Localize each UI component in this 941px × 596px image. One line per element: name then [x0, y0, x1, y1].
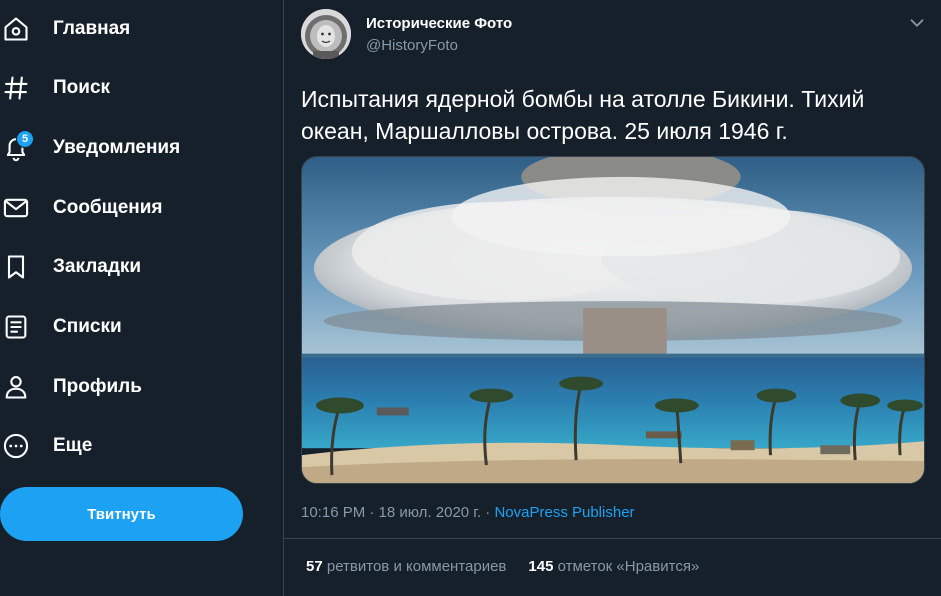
- more-icon: [2, 432, 30, 460]
- author-handle[interactable]: @HistoryFoto: [366, 37, 458, 54]
- nav-label-bookmarks: Закладки: [53, 256, 142, 277]
- likes-label: отметок «Нравится»: [557, 558, 700, 575]
- tweet-stats: 57 ретвитов и комментариев 145 отметок «Н…: [306, 558, 699, 575]
- tweet-source-link[interactable]: NovaPress Publisher: [494, 504, 634, 521]
- nav-label-search: Поиск: [53, 77, 111, 98]
- retweets-count: 57: [306, 558, 323, 575]
- tweet-meta: 10:16 PM · 18 июл. 2020 г. · NovaPress P…: [301, 504, 635, 521]
- home-icon: [2, 15, 30, 43]
- envelope-icon: [2, 194, 30, 222]
- hashtag-icon: [2, 74, 30, 102]
- nav-label-more: Еще: [53, 435, 93, 456]
- notification-badge: 5: [16, 130, 34, 148]
- nav-item-profile[interactable]: Профиль: [0, 365, 260, 409]
- tweet-timestamp[interactable]: 10:16 PM · 18 июл. 2020 г.: [301, 504, 481, 521]
- person-icon: [2, 373, 30, 401]
- retweets-stat[interactable]: 57 ретвитов и комментариев: [306, 558, 506, 575]
- nav-label-home: Главная: [53, 18, 131, 39]
- retweets-label: ретвитов и комментариев: [326, 558, 507, 575]
- likes-count: 145: [528, 558, 554, 575]
- meta-separator: ·: [481, 504, 495, 521]
- tweet-text: Испытания ядерной бомбы на атолле Бикини…: [301, 86, 865, 144]
- bookmark-icon: [2, 253, 30, 281]
- nav-item-home[interactable]: Главная: [0, 7, 260, 51]
- nav-item-messages[interactable]: Сообщения: [0, 186, 260, 230]
- likes-stat[interactable]: 145 отметок «Нравится»: [528, 558, 699, 575]
- sidebar: Главная Поиск 5 Уведомления Сообщения За…: [0, 0, 283, 596]
- tweet-detail: Исторические Фото @HistoryFoto Испытания…: [283, 0, 941, 596]
- nav-item-notifications[interactable]: 5 Уведомления: [0, 126, 260, 170]
- nav-item-more[interactable]: Еще: [0, 424, 260, 468]
- avatar[interactable]: [301, 9, 351, 59]
- list-icon: [2, 313, 30, 341]
- author-name[interactable]: Исторические Фото: [366, 15, 512, 32]
- nav-label-notifications: Уведомления: [53, 137, 181, 158]
- nav-label-messages: Сообщения: [53, 197, 163, 218]
- nav-item-search[interactable]: Поиск: [0, 66, 260, 110]
- nav-item-lists[interactable]: Списки: [0, 305, 260, 349]
- tweet-button[interactable]: Твитнуть: [0, 487, 243, 541]
- nav-label-profile: Профиль: [53, 376, 142, 397]
- chevron-down-icon[interactable]: [906, 12, 928, 34]
- tweet-photo[interactable]: [301, 156, 925, 484]
- nav-item-bookmarks[interactable]: Закладки: [0, 245, 260, 289]
- divider: [284, 538, 941, 539]
- nav-label-lists: Списки: [53, 316, 122, 337]
